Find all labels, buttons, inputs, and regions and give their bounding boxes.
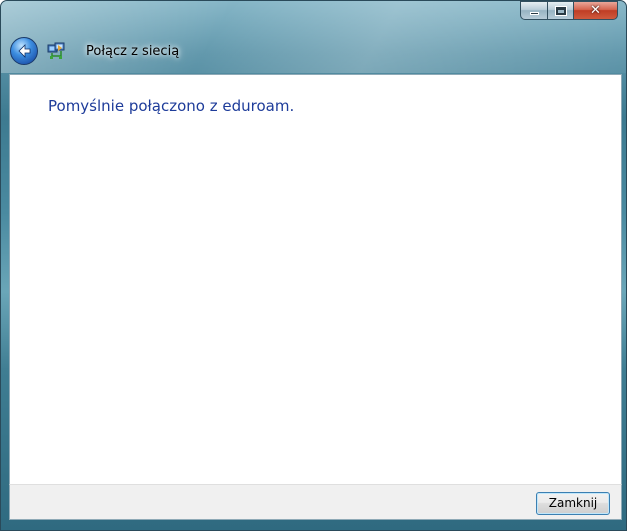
footer-bar: Zamknij [9,484,622,520]
wizard-window: ✕ Połącz z siecią Pomyślnie połączono z … [0,0,627,531]
close-button[interactable]: Zamknij [536,492,610,515]
caption-buttons: ✕ [520,1,618,20]
status-message: Pomyślnie połączono z eduroam. [48,97,295,115]
network-connect-icon [47,42,65,60]
window-close-button[interactable]: ✕ [573,1,618,20]
minimize-icon [529,12,539,15]
minimize-button[interactable] [520,1,547,20]
content-area: Pomyślnie połączono z eduroam. [9,74,622,484]
back-arrow-icon [18,44,31,58]
close-icon: ✕ [590,3,601,18]
maximize-icon [554,5,567,16]
back-button[interactable] [10,37,38,65]
navigation-bar: Połącz z siecią [10,36,179,66]
maximize-button[interactable] [547,1,573,20]
window-title: Połącz z siecią [86,43,180,59]
